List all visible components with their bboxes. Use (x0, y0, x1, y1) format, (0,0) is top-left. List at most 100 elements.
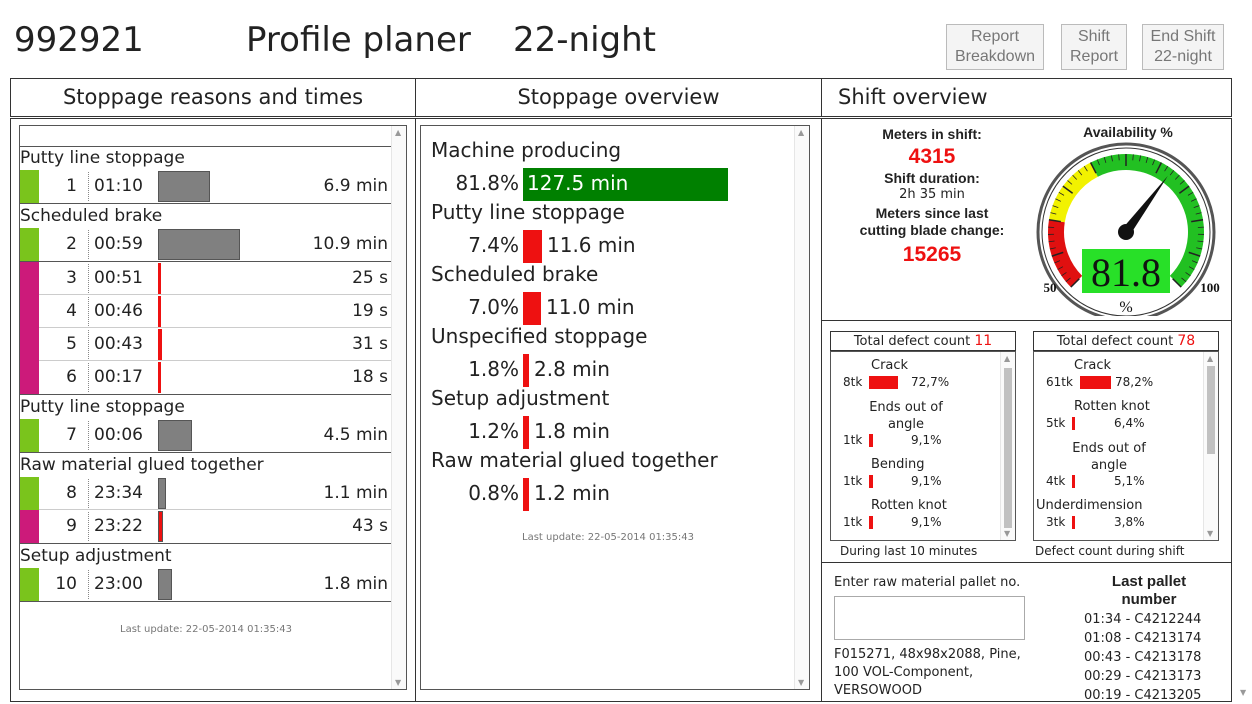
stoppage-duration: 18 s (352, 367, 388, 387)
overview-value: 11.0 min (546, 295, 635, 319)
status-indicator (20, 170, 39, 203)
defect-bar (1080, 376, 1111, 389)
stoppage-group-title: Putty line stoppage (20, 397, 185, 417)
stoppage-time: 01:10 (94, 176, 143, 196)
stoppage-row[interactable]: 10 23:00 1.8 min (20, 568, 392, 601)
defect-list[interactable]: ▲ ▼ Crack 8tk 72,7% Ends out of angle 1tk 9,1% B… (830, 351, 1016, 541)
divider (88, 297, 89, 326)
stoppage-row[interactable]: 1 01:10 6.9 min (20, 170, 392, 203)
status-indicator (20, 477, 39, 510)
stoppage-overview-box[interactable]: Machine producing 81.8% 127.5 min Putty lin… (420, 125, 810, 690)
scroll-down-icon[interactable]: ▼ (395, 678, 401, 687)
defect-name: Crack (1074, 358, 1112, 373)
stoppage-row[interactable]: 2 00:59 10.9 min (20, 228, 392, 261)
stoppage-time: 00:46 (94, 301, 143, 321)
shift-name: 22-night (513, 20, 656, 60)
overview-value: 2.8 min (534, 357, 610, 381)
last-pallet-title-2: number (1121, 591, 1177, 608)
overview-bar (523, 416, 529, 449)
defect-footer: During last 10 minutes (840, 544, 978, 558)
stoppage-duration: 6.9 min (323, 176, 389, 196)
report-breakdown-button[interactable]: Report Breakdown (946, 24, 1044, 70)
scroll-up-icon[interactable]: ▲ (1207, 354, 1213, 363)
duration-bar (158, 362, 161, 393)
stoppage-list-scrollbar[interactable]: ▲ ▼ (391, 126, 406, 689)
stoppage-overview-scrollbar[interactable]: ▲ ▼ (794, 126, 809, 689)
gauge-unit-label: % (1119, 299, 1132, 316)
overview-bar (523, 478, 529, 511)
stoppage-overview-title: Stoppage overview (517, 85, 720, 109)
stoppage-duration: 25 s (352, 268, 388, 288)
divider (88, 264, 89, 293)
stoppage-list[interactable]: Putty line stoppage 1 01:10 6.9 min Schedule… (19, 125, 407, 690)
pallet-info-line: VERSOWOOD (834, 683, 922, 698)
pallet-info-line: 100 VOL-Component, (834, 665, 974, 680)
stoppage-reasons-panel: Putty line stoppage 1 01:10 6.9 min Schedule… (10, 118, 416, 702)
defect-name: Crack (871, 358, 909, 373)
report-breakdown-label-1: Report (970, 28, 1020, 45)
report-breakdown-label-2: Breakdown (954, 48, 1036, 65)
defect-percent: 9,1% (911, 515, 942, 529)
availability-label: Availability % (1083, 124, 1173, 140)
stoppage-number: 1 (66, 176, 77, 196)
shift-report-button[interactable]: Shift Report (1061, 24, 1127, 70)
shift-overview-title: Shift overview (838, 85, 988, 109)
stoppage-number: 5 (66, 334, 77, 354)
defect-count-header: Total defect count 11 (830, 331, 1016, 351)
defect-list[interactable]: ▲ ▼ Crack 61tk 78,2% Rotten knot 5tk 6,4% Ends o… (1033, 351, 1219, 541)
stoppage-row[interactable]: 6 00:17 18 s (20, 361, 392, 394)
stoppage-duration: 19 s (352, 301, 388, 321)
divider (88, 570, 89, 599)
duration-bar (158, 229, 240, 260)
page-scroll-down-icon[interactable]: ▼ (1240, 688, 1246, 697)
gauge-value: 81.8 (1091, 250, 1161, 295)
gauge-hub (1118, 224, 1134, 240)
defect-count: 1tk (843, 515, 863, 529)
defect-bar (1072, 417, 1075, 430)
end-shift-button[interactable]: End Shift 22-night (1142, 24, 1224, 70)
scroll-down-icon[interactable]: ▼ (1207, 529, 1213, 538)
defect-count: 4tk (1046, 474, 1066, 488)
pallet-input[interactable] (834, 596, 1025, 640)
defect-count: 8tk (843, 375, 863, 389)
defect-list-scrollbar[interactable]: ▲ ▼ (1000, 352, 1015, 540)
stoppage-number: 4 (66, 301, 77, 321)
defect-bar (1072, 516, 1075, 529)
defect-count-label: Total defect count (853, 334, 971, 349)
scrollbar-thumb[interactable] (1004, 368, 1012, 528)
pallet-info-line: F015271, 48x98x2088, Pine, (834, 647, 1021, 662)
overview-percent: 0.8% (468, 481, 519, 505)
stoppage-row[interactable]: 9 23:22 43 s (20, 510, 392, 543)
stoppage-duration: 10.9 min (312, 234, 388, 254)
stoppage-row[interactable]: 7 00:06 4.5 min (20, 419, 392, 452)
defect-list-scrollbar[interactable]: ▲ ▼ (1203, 352, 1218, 540)
stoppage-row[interactable]: 4 00:46 19 s (20, 295, 392, 328)
overview-percent: 1.2% (468, 419, 519, 443)
stoppage-number: 6 (66, 367, 77, 387)
defect-count: 1tk (843, 433, 863, 447)
scroll-down-icon[interactable]: ▼ (798, 678, 804, 687)
status-indicator (20, 295, 39, 328)
gauge-tick (1118, 154, 1120, 161)
scroll-up-icon[interactable]: ▲ (1004, 354, 1010, 363)
scrollbar-thumb[interactable] (1207, 366, 1215, 454)
stoppage-row[interactable]: 8 23:34 1.1 min (20, 477, 392, 510)
defect-count-value: 78 (1177, 333, 1196, 349)
scroll-up-icon[interactable]: ▲ (395, 128, 401, 137)
blade-label-2: cutting blade change: (859, 222, 1005, 238)
stoppage-row[interactable]: 5 00:43 31 s (20, 328, 392, 361)
scroll-down-icon[interactable]: ▼ (1004, 529, 1010, 538)
defect-bar (869, 376, 898, 389)
divider (88, 363, 89, 392)
defect-name: Rotten knot (1074, 399, 1150, 414)
scroll-up-icon[interactable]: ▲ (798, 128, 804, 137)
stoppage-row[interactable]: 3 00:51 25 s (20, 262, 392, 295)
duration-bar (158, 171, 210, 202)
status-indicator (20, 328, 39, 361)
last-pallet-item: 00:29 - C4213173 (1084, 669, 1202, 684)
stoppage-group-title: Setup adjustment (20, 546, 172, 566)
stoppage-number: 9 (66, 516, 77, 536)
defect-count: 5tk (1046, 416, 1066, 430)
overview-label: Machine producing (431, 138, 622, 162)
stoppage-time: 23:34 (94, 483, 143, 503)
